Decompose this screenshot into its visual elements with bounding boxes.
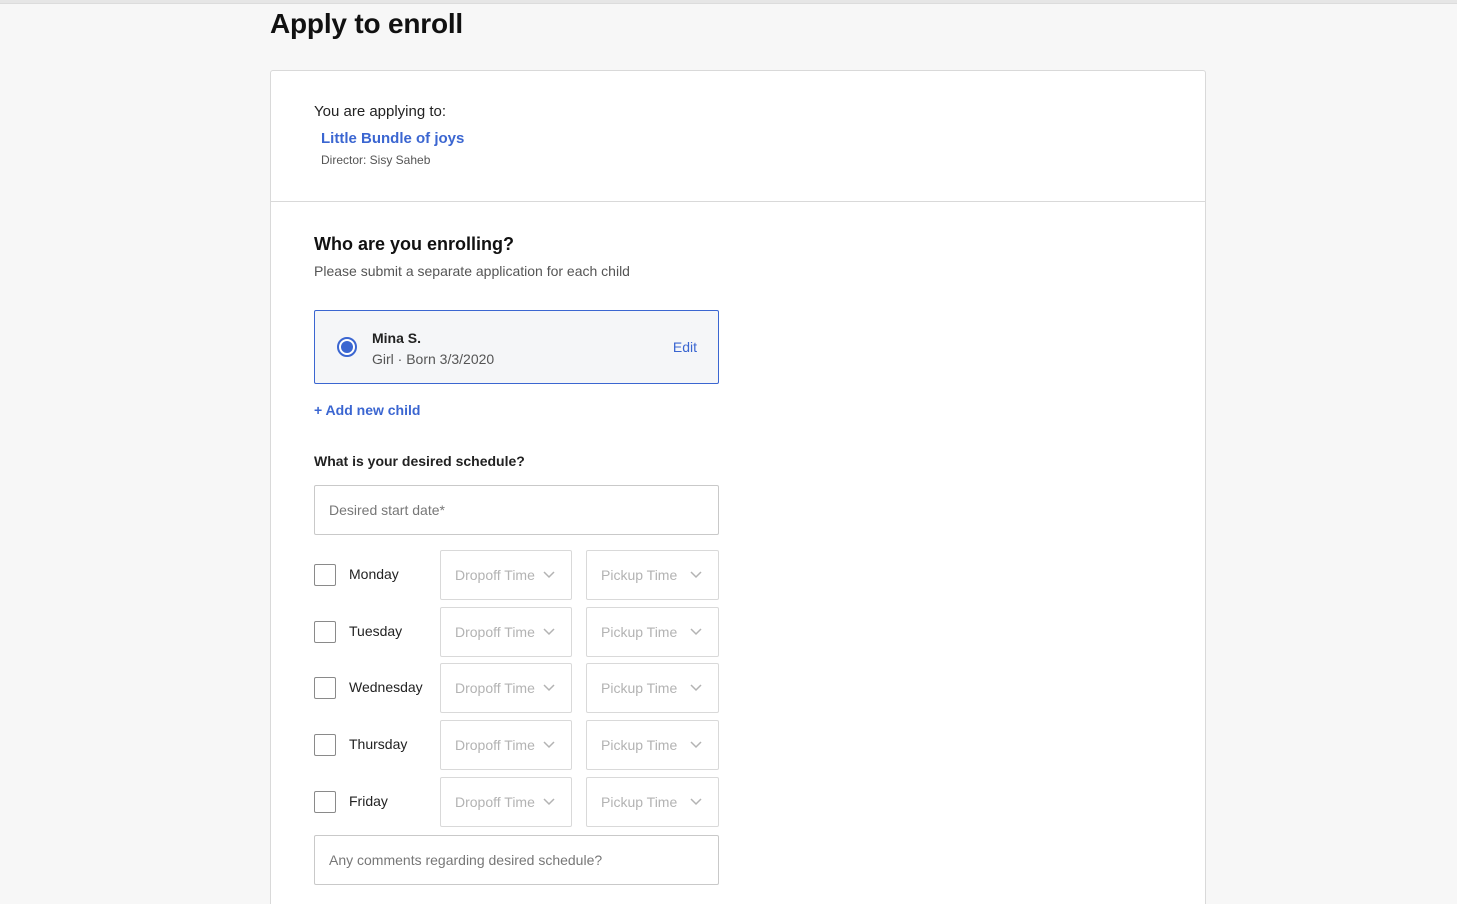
monday-checkbox[interactable] <box>314 564 336 586</box>
chevron-down-icon <box>690 684 702 692</box>
dropoff-placeholder: Dropoff Time <box>455 623 535 640</box>
chevron-down-icon <box>543 684 555 692</box>
child-option-card[interactable]: Mina S. Girl · Born 3/3/2020 Edit <box>314 310 719 384</box>
day-row-thursday: Thursday Dropoff Time Pickup Time <box>314 720 719 771</box>
chevron-down-icon <box>543 571 555 579</box>
top-divider <box>0 0 1457 4</box>
weekday-schedule: Monday Dropoff Time Pickup Time Tuesday … <box>314 550 1205 827</box>
dropoff-placeholder: Dropoff Time <box>455 737 535 754</box>
chevron-down-icon <box>690 571 702 579</box>
applying-to-label: You are applying to: <box>314 103 447 120</box>
day-row-monday: Monday Dropoff Time Pickup Time <box>314 550 719 600</box>
thursday-pickup-select[interactable]: Pickup Time <box>586 720 719 771</box>
schedule-heading: What is your desired schedule? <box>314 453 525 469</box>
friday-checkbox[interactable] <box>314 790 336 813</box>
child-name: Mina S. <box>372 330 422 346</box>
day-label: Thursday <box>349 736 408 753</box>
chevron-down-icon <box>543 628 555 635</box>
chevron-down-icon <box>690 628 702 635</box>
monday-dropoff-select[interactable]: Dropoff Time <box>440 550 572 600</box>
pickup-placeholder: Pickup Time <box>601 737 678 754</box>
thursday-checkbox[interactable] <box>314 734 336 757</box>
enrollment-section: Who are you enrolling? Please submit a s… <box>271 202 1205 885</box>
day-row-wednesday: Wednesday Dropoff Time Pickup Time <box>314 663 719 714</box>
child-details: Girl · Born 3/3/2020 <box>372 351 495 367</box>
pickup-placeholder: Pickup Time <box>601 680 678 697</box>
day-label: Wednesday <box>349 679 423 696</box>
schedule-comments-input[interactable] <box>314 834 719 885</box>
friday-dropoff-select[interactable]: Dropoff Time <box>440 776 572 827</box>
day-label: Monday <box>349 566 399 582</box>
wednesday-pickup-select[interactable]: Pickup Time <box>586 663 719 714</box>
pickup-placeholder: Pickup Time <box>601 623 678 640</box>
day-label: Tuesday <box>349 622 403 639</box>
dropoff-placeholder: Dropoff Time <box>455 793 535 810</box>
enrolling-heading: Who are you enrolling? <box>314 234 515 254</box>
dropoff-placeholder: Dropoff Time <box>455 680 535 697</box>
pickup-placeholder: Pickup Time <box>601 793 678 810</box>
chevron-down-icon <box>690 741 702 749</box>
provider-director: Director: Sisy Saheb <box>321 153 431 167</box>
add-new-child-link[interactable]: + Add new child <box>314 402 420 418</box>
child-radio-selected[interactable] <box>337 337 357 357</box>
provider-name-link[interactable]: Little Bundle of joys <box>321 130 1205 147</box>
monday-pickup-select[interactable]: Pickup Time <box>586 550 719 600</box>
thursday-dropoff-select[interactable]: Dropoff Time <box>440 720 572 771</box>
chevron-down-icon <box>543 798 555 805</box>
enrolling-subheading: Please submit a separate application for… <box>314 263 630 279</box>
dropoff-placeholder: Dropoff Time <box>455 567 535 583</box>
edit-child-link[interactable]: Edit <box>673 339 697 355</box>
day-row-tuesday: Tuesday Dropoff Time Pickup Time <box>314 606 719 657</box>
chevron-down-icon <box>543 741 555 749</box>
day-label: Friday <box>349 792 388 809</box>
tuesday-pickup-select[interactable]: Pickup Time <box>586 606 719 657</box>
application-card: You are applying to: Little Bundle of jo… <box>270 70 1206 904</box>
wednesday-checkbox[interactable] <box>314 677 336 700</box>
desired-start-date-input[interactable] <box>314 485 719 535</box>
day-row-friday: Friday Dropoff Time Pickup Time <box>314 776 719 827</box>
page-title: Apply to enroll <box>270 8 464 39</box>
chevron-down-icon <box>690 798 702 805</box>
wednesday-dropoff-select[interactable]: Dropoff Time <box>440 663 572 714</box>
tuesday-dropoff-select[interactable]: Dropoff Time <box>440 606 572 657</box>
provider-section: You are applying to: Little Bundle of jo… <box>271 71 1205 202</box>
pickup-placeholder: Pickup Time <box>601 567 678 583</box>
friday-pickup-select[interactable]: Pickup Time <box>586 776 719 827</box>
tuesday-checkbox[interactable] <box>314 620 336 643</box>
